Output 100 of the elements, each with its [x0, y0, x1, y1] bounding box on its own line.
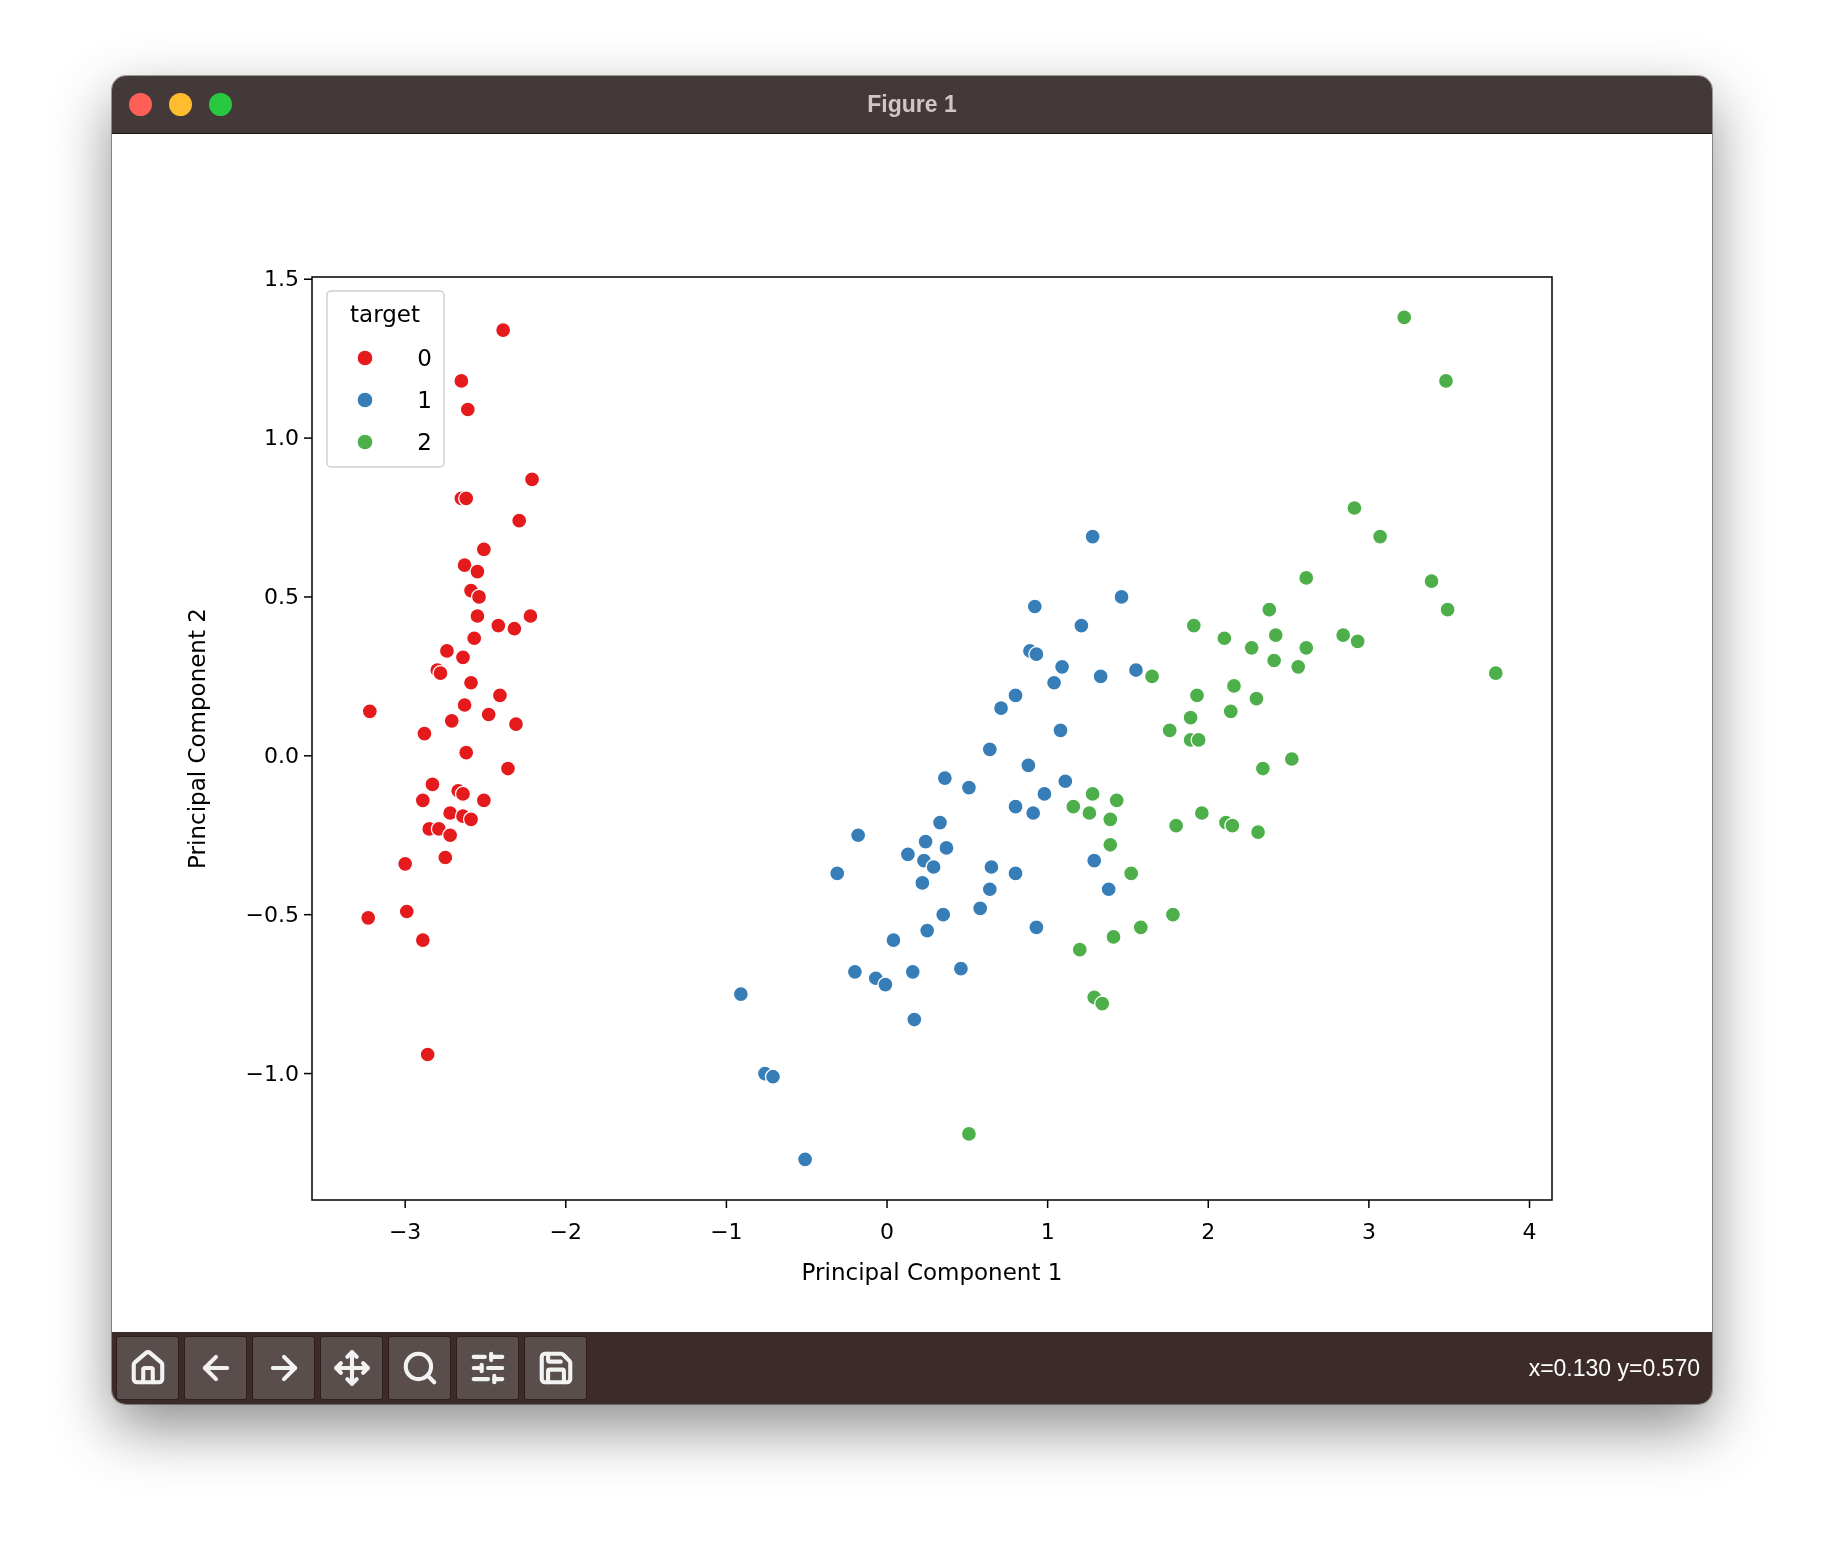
data-point	[1290, 658, 1307, 675]
data-point	[1225, 677, 1243, 695]
tick-mark	[886, 1199, 888, 1209]
data-point	[935, 906, 952, 923]
data-point	[1102, 836, 1119, 853]
window-title: Figure 1	[867, 91, 957, 118]
tick-label: 1	[1040, 1219, 1055, 1244]
configure-button[interactable]	[456, 1336, 519, 1400]
data-point	[522, 607, 539, 625]
data-point	[442, 804, 459, 822]
data-point	[397, 855, 414, 872]
data-point	[1020, 757, 1037, 774]
data-point	[419, 1046, 436, 1063]
data-point	[1372, 528, 1389, 545]
tick-mark	[303, 596, 313, 598]
data-point	[462, 674, 480, 691]
data-point	[437, 849, 454, 866]
data-point	[1105, 928, 1122, 946]
tick-label: 1.0	[264, 425, 299, 451]
close-button[interactable]	[129, 93, 152, 116]
data-point	[1222, 703, 1239, 720]
data-point	[470, 588, 488, 606]
cursor-coordinates: x=0.130 y=0.570	[1528, 1354, 1700, 1382]
data-point	[475, 541, 492, 558]
data-point	[981, 741, 998, 758]
data-point	[1081, 804, 1098, 822]
data-point	[906, 1011, 923, 1028]
data-point	[1188, 687, 1206, 704]
zoom-window-button[interactable]	[209, 93, 232, 116]
legend-label: 0	[417, 345, 432, 371]
data-point	[972, 900, 989, 917]
tick-label: 0	[880, 1219, 895, 1244]
data-point	[925, 858, 942, 876]
data-point	[960, 1125, 978, 1143]
data-point	[506, 620, 523, 637]
data-point	[443, 712, 460, 729]
data-point	[732, 985, 749, 1003]
data-point	[796, 1151, 814, 1168]
data-point	[459, 401, 476, 418]
data-point	[1026, 598, 1043, 615]
data-point	[1086, 852, 1103, 869]
data-point	[1052, 722, 1069, 739]
tick-mark	[565, 1199, 567, 1209]
data-point	[1073, 617, 1090, 634]
back-button[interactable]	[184, 1336, 247, 1400]
data-point	[1028, 919, 1045, 936]
data-point	[1261, 601, 1278, 618]
data-point	[438, 642, 456, 660]
tick-mark	[1528, 1199, 1531, 1209]
zoom-button[interactable]	[388, 1336, 451, 1400]
data-point	[917, 833, 934, 850]
pan-button[interactable]	[320, 1336, 383, 1400]
data-point	[1335, 626, 1352, 644]
data-point	[1298, 569, 1315, 587]
data-point	[904, 963, 921, 980]
minimize-button[interactable]	[169, 93, 192, 116]
data-point	[1249, 823, 1267, 841]
data-point	[1094, 995, 1111, 1012]
data-point	[1007, 687, 1024, 704]
data-point	[1007, 798, 1024, 815]
tick-label: −2	[549, 1219, 582, 1244]
data-point	[511, 512, 528, 529]
tick-mark	[1368, 1199, 1370, 1209]
tick-mark	[725, 1199, 728, 1209]
data-point	[361, 703, 378, 720]
data-point	[981, 881, 998, 898]
tick-mark	[303, 913, 313, 916]
data-point	[453, 372, 470, 390]
data-point	[432, 665, 449, 682]
data-point	[1092, 668, 1109, 685]
data-point	[1132, 919, 1149, 936]
data-point	[1437, 372, 1455, 390]
data-point	[1084, 528, 1101, 545]
data-point	[936, 769, 953, 787]
home-button[interactable]	[116, 1336, 179, 1400]
data-point	[1053, 658, 1071, 675]
data-point	[469, 607, 486, 625]
data-point	[1102, 811, 1119, 828]
data-point	[495, 321, 512, 339]
x-axis-label: Principal Component 1	[801, 1259, 1063, 1285]
tick-mark	[404, 1199, 406, 1209]
data-point	[983, 858, 1000, 876]
data-point	[1487, 665, 1504, 682]
save-button[interactable]	[524, 1336, 587, 1400]
tick-mark	[303, 755, 313, 757]
data-point	[1007, 865, 1024, 882]
data-point	[360, 909, 377, 926]
data-point	[1123, 865, 1140, 882]
data-point	[416, 725, 433, 742]
data-point	[1265, 652, 1283, 669]
legend-label: 2	[417, 429, 432, 455]
data-point	[1349, 633, 1366, 650]
data-point	[1283, 750, 1300, 768]
data-point	[414, 931, 431, 949]
move-icon	[332, 1349, 371, 1387]
data-point	[960, 779, 978, 796]
data-point	[499, 760, 517, 777]
forward-button[interactable]	[252, 1336, 315, 1400]
data-point	[454, 785, 472, 803]
data-point	[1071, 941, 1088, 958]
